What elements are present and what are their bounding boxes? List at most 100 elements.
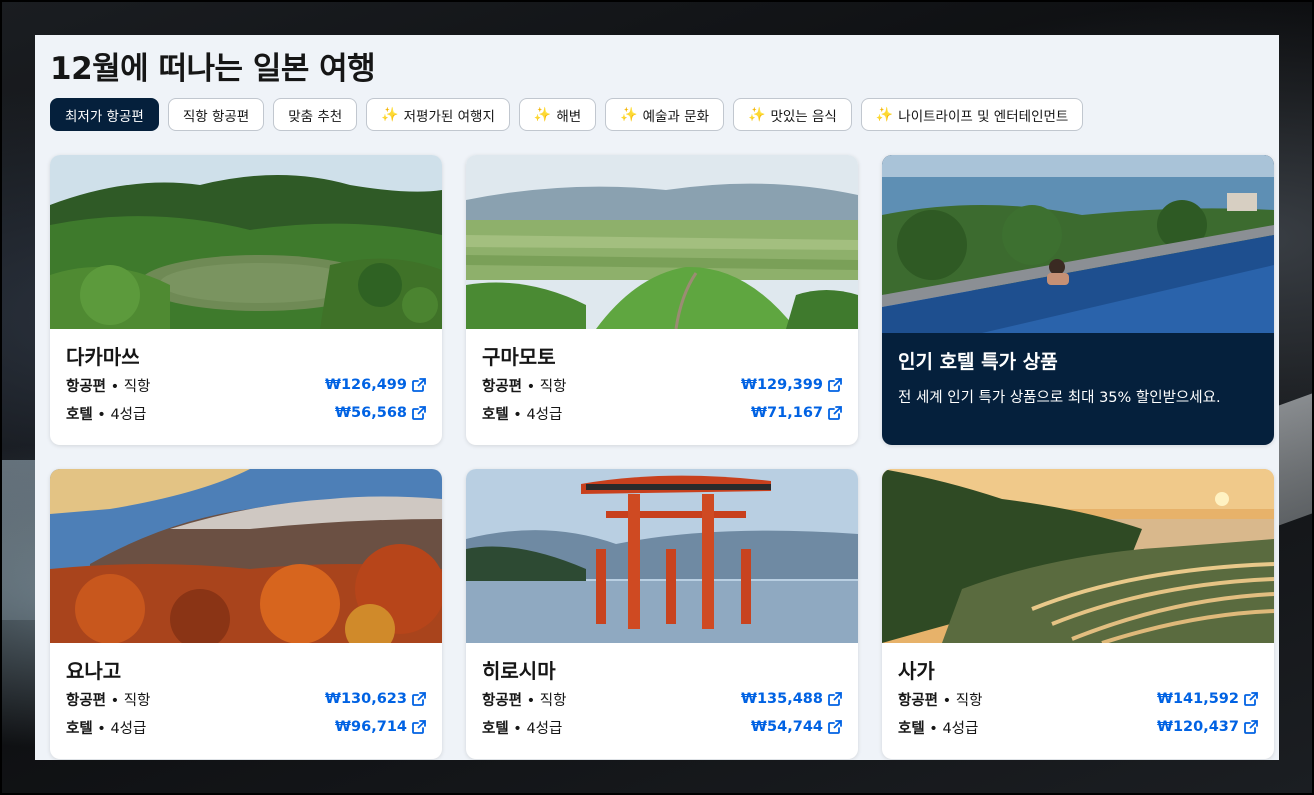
external-link-icon xyxy=(828,720,842,734)
destination-card-yonago[interactable]: 요나고 항공편 • 직항 ₩130,623 호텔 • 4성급 ₩96,714 xyxy=(50,469,442,759)
hotel-price: ₩96,714 xyxy=(335,719,407,735)
external-link-icon xyxy=(828,692,842,706)
chip-beach[interactable]: ✨ 해변 xyxy=(518,98,597,131)
hotel-class: • 4성급 xyxy=(92,406,147,423)
flight-price: ₩141,592 xyxy=(1156,691,1239,707)
flight-type: • 직항 xyxy=(522,692,567,709)
flight-type: • 직항 xyxy=(106,378,151,395)
destination-card-saga[interactable]: 사가 항공편 • 직항 ₩141,592 호텔 • 4성급 ₩120,437 xyxy=(882,469,1274,759)
hotel-label: 호텔 xyxy=(66,406,93,423)
hotel-price-link[interactable]: ₩56,568 xyxy=(335,405,426,421)
hotel-price: ₩120,437 xyxy=(1156,719,1239,735)
hotel-row: 호텔 • 4성급 ₩71,167 xyxy=(482,399,842,427)
hotel-row: 호텔 • 4성급 ₩54,744 xyxy=(482,713,842,741)
chip-label: 나이트라이프 및 엔터테인먼트 xyxy=(898,108,1069,125)
chip-food[interactable]: ✨ 맛있는 음식 xyxy=(733,98,852,131)
hotel-class: • 4성급 xyxy=(924,720,979,737)
hotel-label: 호텔 xyxy=(482,406,509,423)
hotel-price: ₩56,568 xyxy=(335,405,407,421)
promo-photo xyxy=(882,155,1274,333)
chip-nightlife[interactable]: ✨ 나이트라이프 및 엔터테인먼트 xyxy=(860,98,1084,131)
flight-price-link[interactable]: ₩130,623 xyxy=(325,691,426,707)
destination-grid: 다카마쓰 항공편 • 직항 ₩126,499 호텔 • 4성급 ₩56,568 xyxy=(50,155,1274,759)
city-name: 요나고 xyxy=(66,659,122,683)
sparkle-icon: ✨ xyxy=(381,106,399,123)
sparkle-icon: ✨ xyxy=(533,106,552,123)
flight-type: • 직항 xyxy=(106,692,151,709)
destination-photo xyxy=(466,155,858,329)
hotel-class: • 4성급 xyxy=(92,720,147,737)
hotel-price-link[interactable]: ₩96,714 xyxy=(335,719,426,735)
promo-text: 전 세계 인기 특가 상품으로 최대 35% 할인받으세요. xyxy=(898,390,1221,406)
destination-photo xyxy=(50,155,442,329)
hotel-price: ₩71,167 xyxy=(751,405,823,421)
hotel-class: • 4성급 xyxy=(508,406,563,423)
destination-photo xyxy=(466,469,858,643)
external-link-icon xyxy=(1244,692,1258,706)
flight-label: 항공편 xyxy=(482,692,523,709)
destination-card-kumamoto[interactable]: 구마모토 항공편 • 직항 ₩129,399 호텔 • 4성급 ₩71,167 xyxy=(466,155,858,445)
chip-cheapest-flights[interactable]: 최저가 항공편 xyxy=(50,98,159,131)
city-name: 구마모토 xyxy=(482,345,556,369)
chip-direct-flights[interactable]: 직항 항공편 xyxy=(167,98,265,131)
background-decoration xyxy=(0,460,36,620)
flight-row: 항공편 • 직항 ₩126,499 xyxy=(66,371,426,399)
destinations-panel: 12월에 떠나는 일본 여행 최저가 항공편 직항 항공편 맞춤 추천 ✨ 저평… xyxy=(35,35,1279,760)
sparkle-icon: ✨ xyxy=(620,106,638,123)
hotel-price-link[interactable]: ₩54,744 xyxy=(751,719,842,735)
destination-card-hiroshima[interactable]: 히로시마 항공편 • 직항 ₩135,488 호텔 • 4성급 ₩54,744 xyxy=(466,469,858,759)
flight-type: • 직항 xyxy=(522,378,567,395)
chip-arts-culture[interactable]: ✨ 예술과 문화 xyxy=(605,98,724,131)
external-link-icon xyxy=(828,406,842,420)
hotel-label: 호텔 xyxy=(482,720,509,737)
hotel-deals-promo-card[interactable]: 인기 호텔 특가 상품 전 세계 인기 특가 상품으로 최대 35% 할인받으세… xyxy=(882,155,1274,445)
page-title: 12월에 떠나는 일본 여행 xyxy=(50,51,376,87)
hotel-row: 호텔 • 4성급 ₩120,437 xyxy=(898,713,1258,741)
external-link-icon xyxy=(412,378,426,392)
chip-label: 맛있는 음식 xyxy=(770,108,837,125)
chip-label: 최저가 항공편 xyxy=(65,108,144,125)
destination-photo xyxy=(882,469,1274,643)
chip-recommended[interactable]: 맞춤 추천 xyxy=(273,98,358,131)
external-link-icon xyxy=(412,720,426,734)
hotel-row: 호텔 • 4성급 ₩56,568 xyxy=(66,399,426,427)
flight-row: 항공편 • 직항 ₩130,623 xyxy=(66,685,426,713)
chip-underrated[interactable]: ✨ 저평가된 여행지 xyxy=(366,98,510,131)
hotel-label: 호텔 xyxy=(66,720,93,737)
flight-price-link[interactable]: ₩126,499 xyxy=(325,377,426,393)
flight-price: ₩135,488 xyxy=(740,691,823,707)
flight-row: 항공편 • 직항 ₩129,399 xyxy=(482,371,842,399)
flight-row: 항공편 • 직항 ₩135,488 xyxy=(482,685,842,713)
flight-price-link[interactable]: ₩135,488 xyxy=(741,691,842,707)
external-link-icon xyxy=(412,692,426,706)
flight-label: 항공편 xyxy=(482,378,523,395)
chip-label: 해변 xyxy=(556,108,582,125)
filter-chips: 최저가 항공편 직항 항공편 맞춤 추천 ✨ 저평가된 여행지 ✨ 해변 ✨ 예… xyxy=(50,98,1084,131)
hotel-price: ₩54,744 xyxy=(751,719,823,735)
chip-label: 맞춤 추천 xyxy=(288,108,343,125)
flight-type: • 직항 xyxy=(938,692,983,709)
flight-label: 항공편 xyxy=(66,692,107,709)
chip-label: 직항 항공편 xyxy=(182,108,250,125)
flight-price-link[interactable]: ₩129,399 xyxy=(741,377,842,393)
sparkle-icon: ✨ xyxy=(875,106,894,123)
destination-card-takamatsu[interactable]: 다카마쓰 항공편 • 직항 ₩126,499 호텔 • 4성급 ₩56,568 xyxy=(50,155,442,445)
city-name: 다카마쓰 xyxy=(66,345,140,369)
hotel-price-link[interactable]: ₩120,437 xyxy=(1157,719,1258,735)
hotel-row: 호텔 • 4성급 ₩96,714 xyxy=(66,713,426,741)
promo-title: 인기 호텔 특가 상품 xyxy=(898,351,1058,373)
hotel-price-link[interactable]: ₩71,167 xyxy=(751,405,842,421)
external-link-icon xyxy=(828,378,842,392)
external-link-icon xyxy=(1244,720,1258,734)
chip-label: 예술과 문화 xyxy=(642,108,709,125)
flight-label: 항공편 xyxy=(898,692,939,709)
flight-price: ₩126,499 xyxy=(324,377,407,393)
city-name: 히로시마 xyxy=(482,659,556,683)
destination-photo xyxy=(50,469,442,643)
flight-label: 항공편 xyxy=(66,378,107,395)
flight-price-link[interactable]: ₩141,592 xyxy=(1157,691,1258,707)
external-link-icon xyxy=(412,406,426,420)
chip-label: 저평가된 여행지 xyxy=(403,108,495,125)
hotel-class: • 4성급 xyxy=(508,720,563,737)
hotel-label: 호텔 xyxy=(898,720,925,737)
